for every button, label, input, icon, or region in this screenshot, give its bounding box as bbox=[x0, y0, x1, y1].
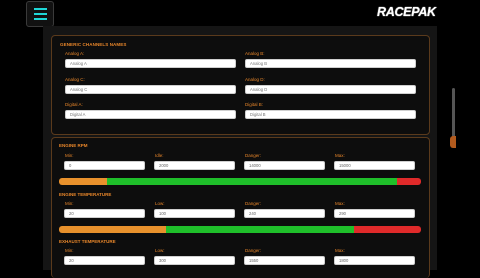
analog-a-input[interactable] bbox=[65, 59, 236, 68]
field-label: Analog C: bbox=[65, 77, 85, 82]
rpm-danger-label: Danger: bbox=[245, 153, 262, 158]
racepak-logo: RACEPAK bbox=[377, 5, 447, 20]
field-label: Analog B: bbox=[245, 51, 265, 56]
exhaust-low-input[interactable] bbox=[154, 256, 235, 265]
engine-rpm-title: ENGINE RPM bbox=[59, 143, 88, 148]
exhaust-danger-label: Danger: bbox=[245, 248, 262, 253]
card-title: GENERIC CHANNELS NAMES bbox=[60, 42, 127, 47]
exhaust-danger-input[interactable] bbox=[244, 256, 325, 265]
exhaust-low-label: Low: bbox=[155, 248, 165, 253]
field-label: Digital B: bbox=[245, 102, 264, 107]
rpm-range-low bbox=[59, 178, 108, 185]
field-label: Analog A: bbox=[65, 51, 85, 56]
menu-icon-line bbox=[33, 8, 47, 10]
generic-channels-card: GENERIC CHANNELS NAMES Analog A: Analog … bbox=[51, 35, 430, 135]
rpm-idle-input[interactable] bbox=[154, 161, 235, 170]
temp-max-label: Max: bbox=[335, 201, 345, 206]
menu-button[interactable] bbox=[26, 1, 54, 27]
exhaust-max-input[interactable] bbox=[334, 256, 415, 265]
rpm-range-danger bbox=[396, 178, 421, 185]
temp-min-input[interactable] bbox=[64, 209, 145, 218]
rpm-idle-label: Idle: bbox=[155, 153, 164, 158]
rpm-min-label: Min: bbox=[65, 153, 74, 158]
temp-range-low bbox=[59, 226, 167, 233]
exhaust-max-label: Max: bbox=[335, 248, 345, 253]
rpm-range-ok bbox=[107, 178, 397, 185]
rpm-max-input[interactable] bbox=[334, 161, 415, 170]
rpm-range-bar bbox=[59, 178, 421, 185]
exhaust-min-label: Min: bbox=[65, 248, 74, 253]
analog-c-input[interactable] bbox=[65, 85, 236, 94]
temp-range-ok bbox=[166, 226, 355, 233]
exhaust-temperature-title: EXHAUST TEMPERATURE bbox=[59, 239, 116, 244]
field-label: Analog D: bbox=[245, 77, 265, 82]
field-label: Digital A: bbox=[65, 102, 83, 107]
side-handle[interactable] bbox=[450, 136, 456, 148]
rpm-max-label: Max: bbox=[335, 153, 345, 158]
scrollbar[interactable] bbox=[452, 88, 455, 143]
digital-b-input[interactable] bbox=[245, 110, 416, 119]
engine-temperature-title: ENGINE TEMPERATURE bbox=[59, 192, 112, 197]
analog-b-input[interactable] bbox=[245, 59, 416, 68]
menu-icon-line bbox=[33, 18, 47, 20]
rpm-danger-input[interactable] bbox=[244, 161, 325, 170]
temp-range-danger bbox=[354, 226, 421, 233]
temp-danger-input[interactable] bbox=[244, 209, 325, 218]
temp-low-input[interactable] bbox=[154, 209, 235, 218]
digital-a-input[interactable] bbox=[65, 110, 236, 119]
analog-d-input[interactable] bbox=[245, 85, 416, 94]
temp-low-label: Low: bbox=[155, 201, 165, 206]
menu-icon-line bbox=[33, 13, 47, 15]
exhaust-min-input[interactable] bbox=[64, 256, 145, 265]
temp-range-bar bbox=[59, 226, 421, 233]
rpm-min-input[interactable] bbox=[64, 161, 145, 170]
temp-max-input[interactable] bbox=[334, 209, 415, 218]
temp-danger-label: Danger: bbox=[245, 201, 262, 206]
temp-min-label: Min: bbox=[65, 201, 74, 206]
